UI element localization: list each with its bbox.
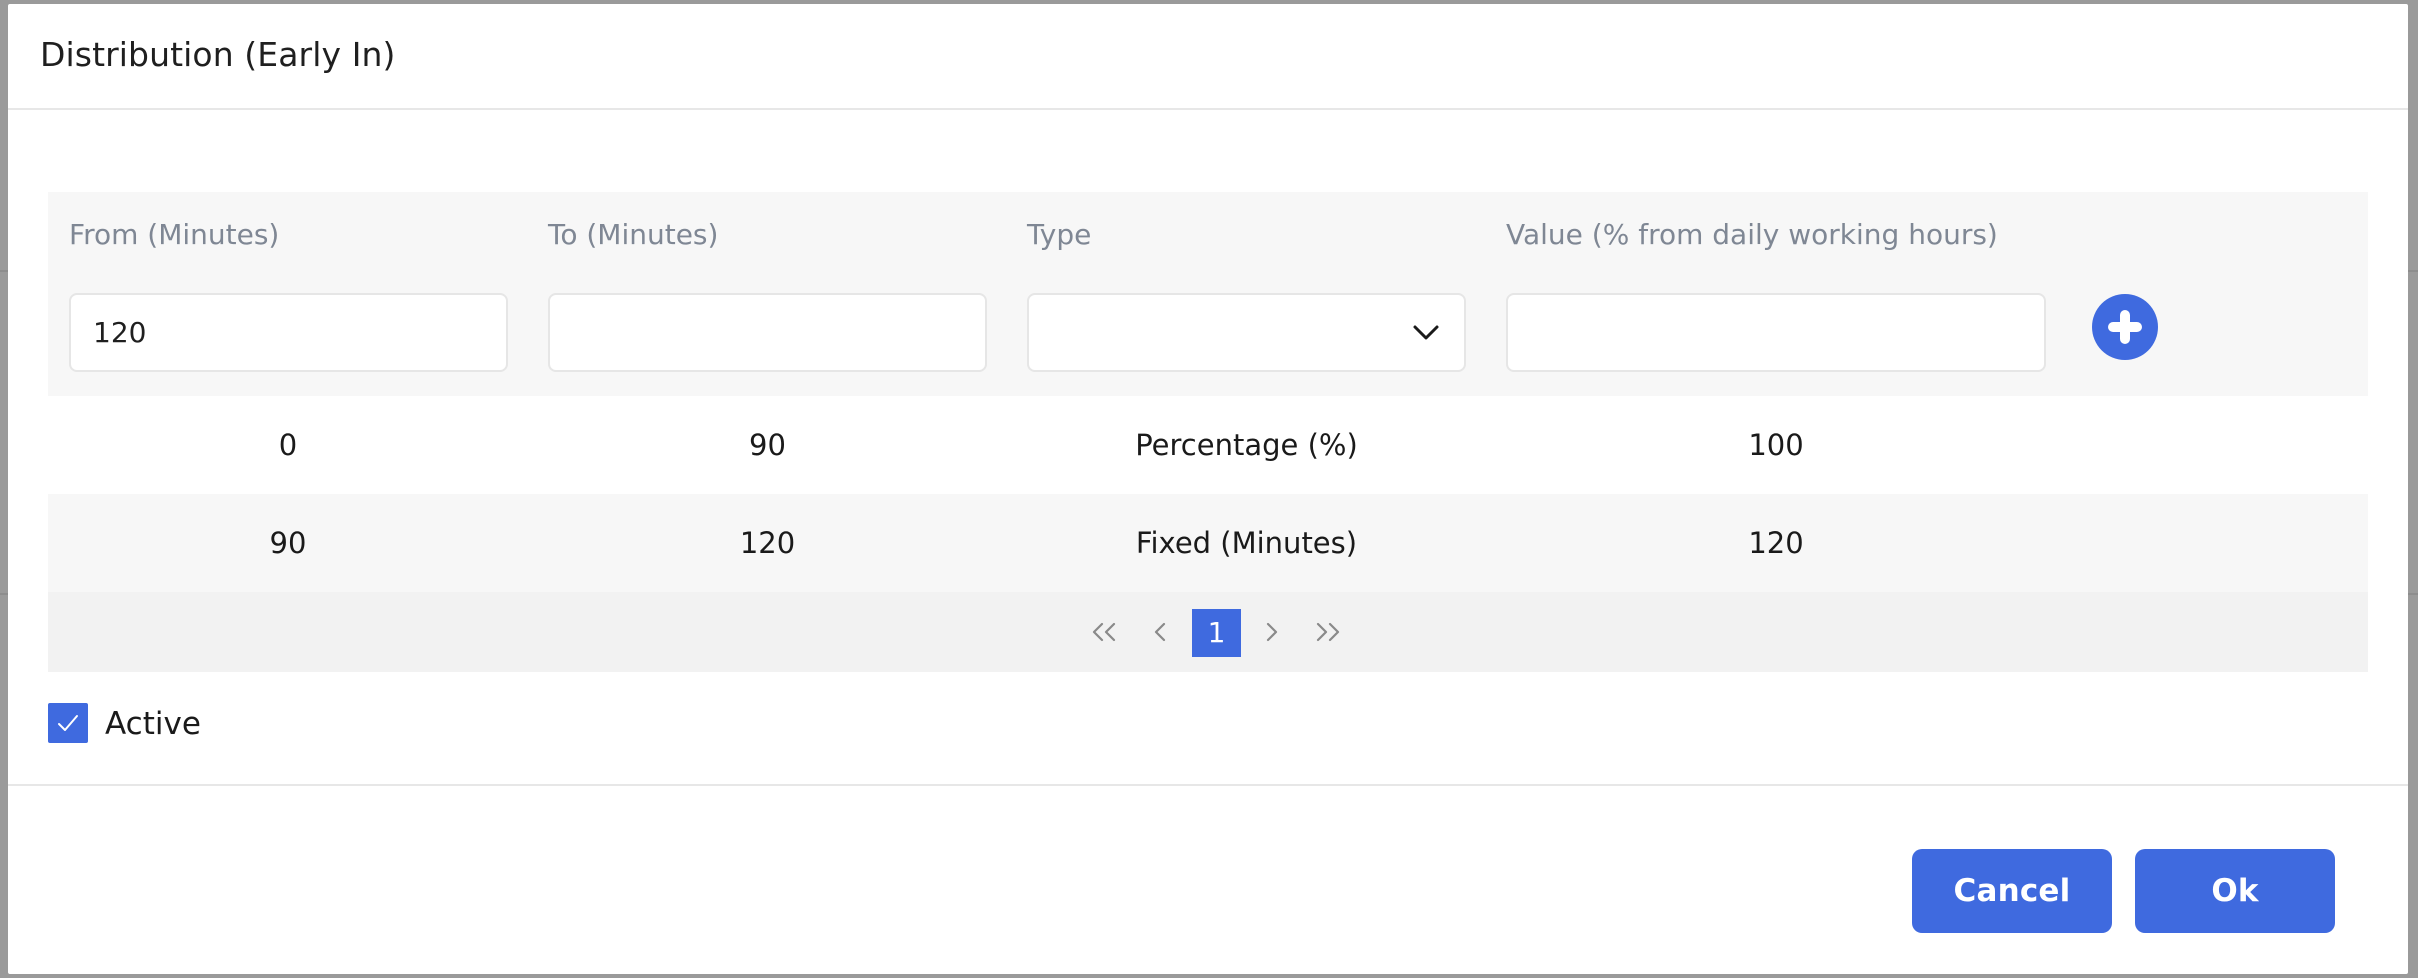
cancel-button[interactable]: Cancel: [1912, 849, 2112, 933]
cell-type: Fixed (Minutes): [1135, 526, 1358, 560]
last-page-button[interactable]: [1306, 610, 1350, 654]
new-row-editor: From (Minutes) To (Minutes) Type Value (…: [48, 192, 2368, 396]
to-minutes-input[interactable]: [550, 295, 985, 370]
column-label-to: To (Minutes): [548, 218, 719, 251]
next-page-button[interactable]: [1250, 610, 1294, 654]
column-label-from: From (Minutes): [69, 218, 280, 251]
chevron-down-icon: [1413, 325, 1439, 340]
ok-button[interactable]: Ok: [2135, 849, 2335, 933]
chevrons-left-icon: [1092, 622, 1116, 642]
cell-to: 90: [749, 428, 786, 462]
column-label-value: Value (% from daily working hours): [1506, 218, 1998, 251]
column-label-type: Type: [1027, 218, 1092, 251]
value-field[interactable]: [1506, 293, 2046, 372]
cell-type: Percentage (%): [1135, 428, 1358, 462]
cell-to: 120: [739, 526, 796, 560]
cell-from: 0: [278, 428, 298, 462]
add-row-button[interactable]: [2092, 294, 2158, 360]
current-page-button[interactable]: 1: [1192, 609, 1241, 657]
cell-from: 90: [269, 526, 307, 560]
table-row: 90 120 Fixed (Minutes) 120: [48, 494, 2368, 592]
cell-value: 100: [1748, 428, 1804, 462]
chevrons-right-icon: [1316, 622, 1340, 642]
type-select[interactable]: [1027, 293, 1466, 372]
pagination: 1: [48, 592, 2368, 672]
dialog-title: Distribution (Early In): [40, 35, 396, 74]
distribution-grid: From (Minutes) To (Minutes) Type Value (…: [48, 192, 2368, 672]
distribution-dialog: Distribution (Early In) From (Minutes) T…: [8, 4, 2408, 974]
to-minutes-field[interactable]: [548, 293, 987, 372]
dialog-header: Distribution (Early In): [8, 4, 2408, 110]
check-icon: [58, 715, 78, 731]
table-row: 0 90 Percentage (%) 100: [48, 396, 2368, 494]
active-checkbox[interactable]: [48, 703, 88, 743]
first-page-button[interactable]: [1082, 610, 1126, 654]
value-input[interactable]: [1508, 295, 2044, 370]
active-label: Active: [105, 706, 201, 742]
chevron-right-icon: [1266, 622, 1278, 642]
chevron-left-icon: [1154, 622, 1166, 642]
footer-divider: [8, 784, 2408, 786]
plus-circle-icon: [2108, 310, 2142, 344]
from-minutes-field[interactable]: [69, 293, 508, 372]
prev-page-button[interactable]: [1138, 610, 1182, 654]
from-minutes-input[interactable]: [71, 295, 506, 370]
cell-value: 120: [1748, 526, 1804, 560]
